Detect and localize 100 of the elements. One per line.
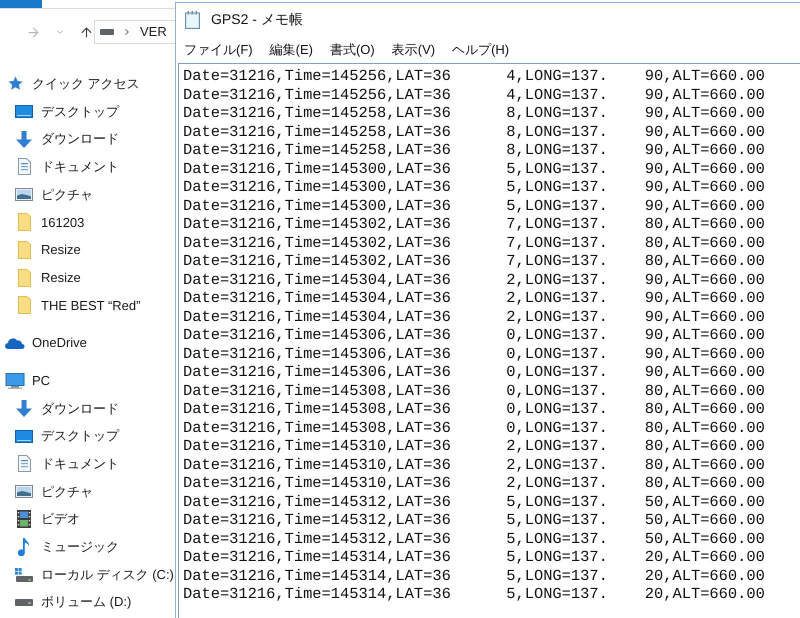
log-text: Date=31216,Time=145258,LAT=36 <box>183 141 451 159</box>
log-text: 5,LONG=137. <box>506 566 608 584</box>
down-arrow-icon <box>16 400 32 417</box>
log-text: 5,LONG=137. <box>506 511 608 529</box>
log-text: 5,LONG=137. <box>506 178 608 196</box>
sidebar-item[interactable]: 161203 <box>14 212 84 232</box>
sidebar-item[interactable]: ダウンロード <box>14 398 119 418</box>
log-text: 50,ALT=660.00 <box>644 511 765 529</box>
log-text: Date=31216,Time=145314,LAT=36 <box>183 585 451 603</box>
sidebar-item[interactable]: THE BEST “Red” <box>14 296 140 316</box>
log-text: 80,ALT=660.00 <box>644 382 765 400</box>
log-text: 5,LONG=137. <box>506 160 608 178</box>
log-text: Date=31216,Time=145300,LAT=36 <box>183 178 451 196</box>
sidebar-item[interactable]: クイック アクセス <box>5 74 140 94</box>
computer-icon <box>5 372 25 389</box>
log-text: Date=31216,Time=145258,LAT=36 <box>183 122 451 140</box>
sidebar-item[interactable]: ピクチャ <box>14 184 93 204</box>
sidebar-item[interactable]: デスクトップ <box>14 102 119 122</box>
text-area[interactable] <box>178 63 800 618</box>
log-text: 7,LONG=137. <box>506 215 608 233</box>
sidebar-item[interactable]: PC <box>5 370 50 390</box>
log-text: 80,ALT=660.00 <box>644 215 765 233</box>
sidebar-item[interactable]: OneDrive <box>5 333 87 353</box>
sidebar-item[interactable]: ダウンロード <box>14 129 119 149</box>
log-text: Date=31216,Time=145314,LAT=36 <box>183 566 451 584</box>
document-icon <box>18 455 30 472</box>
sidebar-item[interactable]: ピクチャ <box>14 482 93 502</box>
picture-icon <box>15 188 33 202</box>
address-bar[interactable]: VER <box>94 20 175 44</box>
log-text: 5,LONG=137. <box>506 548 608 566</box>
log-text: 80,ALT=660.00 <box>644 400 765 418</box>
log-text: 90,ALT=660.00 <box>644 104 765 122</box>
log-text: Date=31216,Time=145258,LAT=36 <box>183 104 451 122</box>
menu-item[interactable]: 編集(E) <box>270 40 313 60</box>
log-text: 8,LONG=137. <box>506 122 608 140</box>
log-text: 2,LONG=137. <box>506 308 608 326</box>
document-icon <box>18 158 30 176</box>
sidebar-item[interactable]: ドキュメント <box>14 157 119 177</box>
window-title: GPS2 - メモ帳 <box>211 10 303 29</box>
log-text: 20,ALT=660.00 <box>644 566 765 584</box>
log-text: 2,LONG=137. <box>506 456 608 474</box>
sidebar-item[interactable]: Resize <box>14 268 81 288</box>
log-text: Date=31216,Time=145312,LAT=36 <box>183 511 451 529</box>
log-text: 7,LONG=137. <box>506 234 608 252</box>
log-text: Date=31216,Time=145312,LAT=36 <box>183 530 451 548</box>
menu-item[interactable]: 書式(O) <box>330 40 375 60</box>
log-text: Date=31216,Time=145304,LAT=36 <box>183 289 451 307</box>
log-text: 50,ALT=660.00 <box>644 530 765 548</box>
log-text: Date=31216,Time=145300,LAT=36 <box>183 160 451 178</box>
log-text: Date=31216,Time=145306,LAT=36 <box>183 363 451 381</box>
log-text: Date=31216,Time=145304,LAT=36 <box>183 270 451 288</box>
log-text: 2,LONG=137. <box>506 437 608 455</box>
log-text: 80,ALT=660.00 <box>644 456 765 474</box>
log-text: 80,ALT=660.00 <box>644 474 765 492</box>
breadcrumb-item[interactable]: VER <box>140 22 167 42</box>
menu-item[interactable]: ファイル(F) <box>184 40 253 60</box>
log-text: Date=31216,Time=145310,LAT=36 <box>183 437 451 455</box>
log-text: Date=31216,Time=145306,LAT=36 <box>183 326 451 344</box>
log-text: 80,ALT=660.00 <box>644 252 765 270</box>
log-text: 90,ALT=660.00 <box>644 363 765 381</box>
log-text: 90,ALT=660.00 <box>644 270 765 288</box>
log-text: 90,ALT=660.00 <box>644 344 765 362</box>
log-text: 80,ALT=660.00 <box>644 234 765 252</box>
log-text: 0,LONG=137. <box>506 344 608 362</box>
sidebar-item[interactable]: ローカル ディスク (C:) <box>14 564 174 584</box>
log-text: 90,ALT=660.00 <box>644 289 765 307</box>
sidebar-item[interactable]: デスクトップ <box>14 426 119 446</box>
folder-icon <box>18 296 30 314</box>
menu-item[interactable]: ヘルプ(H) <box>452 40 510 60</box>
sidebar-item[interactable]: ドキュメント <box>14 454 119 474</box>
star-icon <box>8 76 22 92</box>
log-text: Date=31216,Time=145310,LAT=36 <box>183 456 451 474</box>
sidebar-item[interactable]: ボリューム (D:) <box>14 592 132 612</box>
log-text: 2,LONG=137. <box>506 270 608 288</box>
log-text: Date=31216,Time=145308,LAT=36 <box>183 400 451 418</box>
sidebar-item[interactable]: ミュージック <box>14 537 119 557</box>
sidebar-item[interactable]: Resize <box>14 240 81 260</box>
log-text: 90,ALT=660.00 <box>644 178 765 196</box>
log-text: Date=31216,Time=145314,LAT=36 <box>183 548 451 566</box>
cloud-icon <box>5 337 25 350</box>
log-text: 4,LONG=137. <box>506 67 608 85</box>
log-text: 5,LONG=137. <box>506 196 608 214</box>
log-text: 90,ALT=660.00 <box>644 196 765 214</box>
folder-icon <box>18 213 30 232</box>
log-text: 0,LONG=137. <box>506 382 608 400</box>
log-text: 7,LONG=137. <box>506 252 608 270</box>
log-text: 0,LONG=137. <box>506 418 608 436</box>
log-text: 2,LONG=137. <box>506 474 608 492</box>
sidebar-item[interactable]: ビデオ <box>14 509 80 529</box>
log-text: Date=31216,Time=145310,LAT=36 <box>183 474 451 492</box>
screen-icon <box>15 105 33 118</box>
log-text: Date=31216,Time=145306,LAT=36 <box>183 344 451 362</box>
log-text: 5,LONG=137. <box>506 492 608 510</box>
drive-icon <box>100 29 114 35</box>
log-text: Date=31216,Time=145312,LAT=36 <box>183 492 451 510</box>
log-text: Date=31216,Time=145256,LAT=36 <box>183 67 451 85</box>
log-text: 90,ALT=660.00 <box>644 308 765 326</box>
menu-item[interactable]: 表示(V) <box>392 40 436 60</box>
picture-icon <box>15 484 33 498</box>
log-text: 90,ALT=660.00 <box>644 141 765 159</box>
